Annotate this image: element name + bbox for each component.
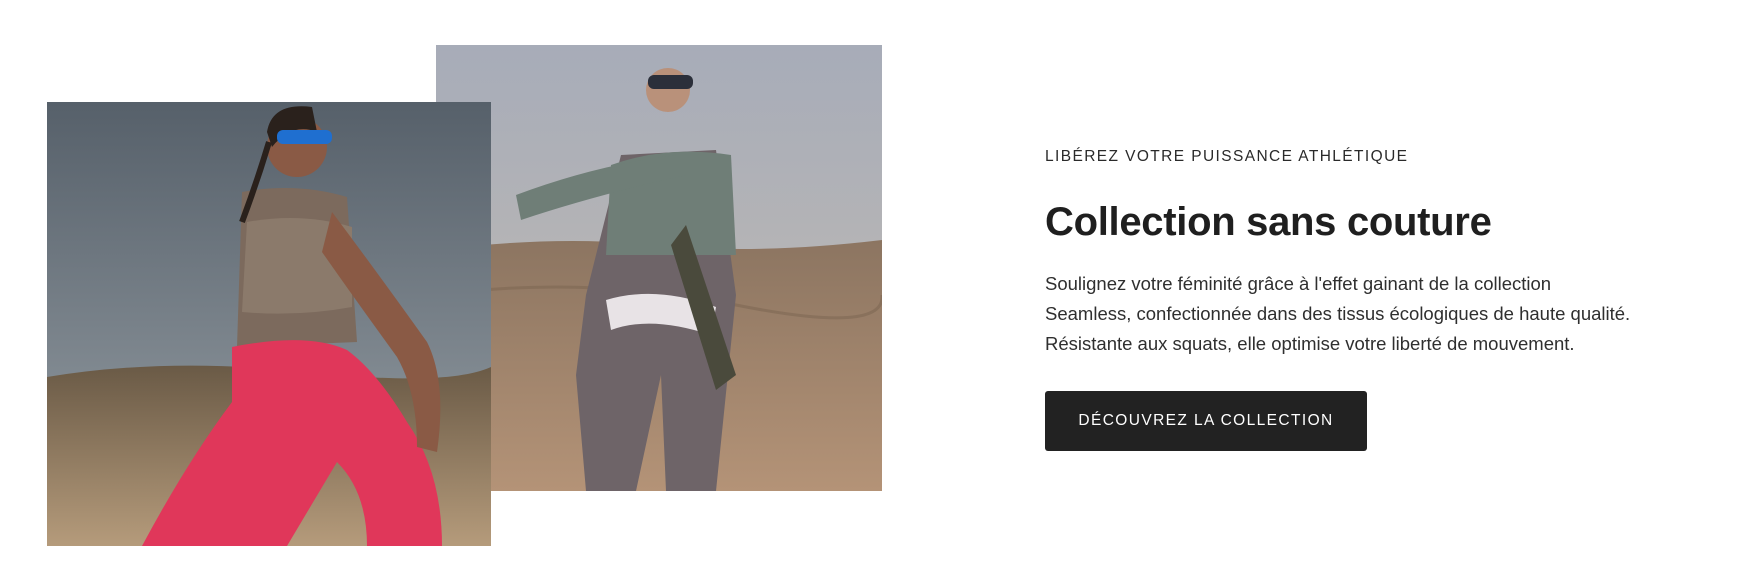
description-line: Seamless, confectionnée dans des tissus … <box>1045 302 1631 324</box>
description-line: Résistante aux squats, elle optimise vot… <box>1045 332 1575 354</box>
discover-collection-button[interactable]: DÉCOUVREZ LA COLLECTION <box>1045 390 1367 451</box>
athlete-stretching-photo <box>436 45 882 491</box>
eyebrow-text: LIBÉREZ VOTRE PUISSANCE ATHLÉTIQUE <box>1045 148 1409 165</box>
hero-content: LIBÉREZ VOTRE PUISSANCE ATHLÉTIQUE Colle… <box>1045 140 1685 451</box>
description: Soulignez votre féminité grâce à l'effet… <box>1045 269 1645 359</box>
section-title: Collection sans couture <box>1045 199 1492 244</box>
description-line: Soulignez votre féminité grâce à l'effet… <box>1045 272 1552 294</box>
athlete-pink-leggings-photo <box>47 102 491 546</box>
athlete-pink-leggings-photo-image <box>47 102 491 546</box>
athlete-stretching-desert-photo <box>436 45 882 491</box>
